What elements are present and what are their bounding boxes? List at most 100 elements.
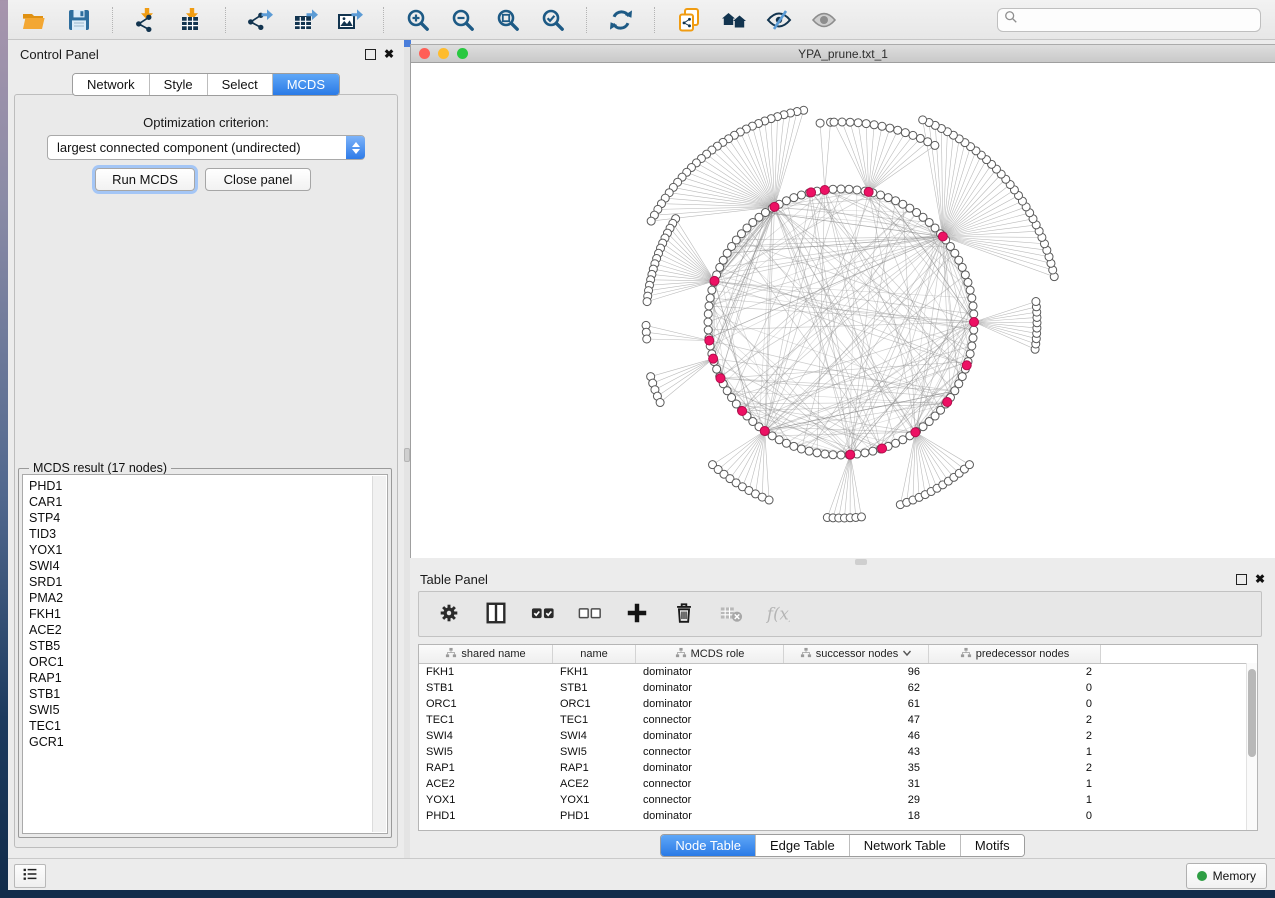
delete-row-button[interactable] [670, 600, 698, 628]
mcds-node[interactable] [807, 188, 816, 197]
panel-divider-horizontal[interactable] [410, 558, 1275, 565]
deselect-all-button[interactable] [576, 600, 604, 628]
close-panel-button[interactable]: Close panel [205, 168, 311, 191]
task-history-button[interactable] [14, 864, 46, 888]
column-header-shared-name[interactable]: shared name [419, 645, 553, 663]
float-panel-icon[interactable] [365, 49, 376, 60]
table-row[interactable]: RAP1RAP1dominator352 [419, 760, 1257, 776]
select-all-button[interactable] [529, 600, 557, 628]
tab-node-table[interactable]: Node Table [661, 835, 756, 856]
export-network-button[interactable] [244, 4, 276, 36]
mcds-result-item[interactable]: GCR1 [23, 734, 387, 750]
zoom-out-button[interactable] [447, 4, 479, 36]
columns-button[interactable] [482, 600, 510, 628]
table-row[interactable]: SWI4SWI4dominator462 [419, 728, 1257, 744]
mcds-result-item[interactable]: TEC1 [23, 718, 387, 734]
copy-network-button[interactable] [673, 4, 705, 36]
mcds-result-item[interactable]: SRD1 [23, 574, 387, 590]
add-row-button[interactable] [623, 600, 651, 628]
scrollbar-thumb[interactable] [1248, 669, 1256, 757]
mcds-node[interactable] [943, 398, 952, 407]
mcds-result-item[interactable]: ORC1 [23, 654, 387, 670]
refresh-icon [608, 7, 634, 33]
mcds-node[interactable] [709, 354, 718, 363]
zoom-selected-button[interactable] [537, 4, 569, 36]
first-neighbors-button[interactable] [718, 4, 750, 36]
close-panel-icon[interactable]: ✖ [1255, 573, 1265, 585]
mcds-result-item[interactable]: CAR1 [23, 494, 387, 510]
column-header-MCDS-role[interactable]: MCDS role [636, 645, 784, 663]
mcds-node[interactable] [878, 444, 887, 453]
mcds-result-item[interactable]: PHD1 [23, 478, 387, 494]
table-row[interactable]: ACE2ACE2connector311 [419, 776, 1257, 792]
mcds-result-item[interactable]: SWI5 [23, 702, 387, 718]
mcds-result-item[interactable]: FKH1 [23, 606, 387, 622]
mcds-node[interactable] [705, 336, 714, 345]
network-window-titlebar[interactable]: YPA_prune.txt_1 [410, 44, 1275, 63]
column-header-name[interactable]: name [553, 645, 636, 663]
network-view-canvas[interactable] [410, 63, 1275, 558]
float-panel-icon[interactable] [1236, 574, 1247, 585]
mcds-list-scrollbar[interactable] [372, 476, 386, 832]
mcds-node[interactable] [846, 450, 855, 459]
import-network-icon [134, 7, 160, 33]
mcds-node[interactable] [770, 202, 779, 211]
close-panel-icon[interactable]: ✖ [384, 48, 394, 60]
cell-shared-name: SWI5 [419, 746, 553, 758]
hide-selected-button[interactable] [763, 4, 795, 36]
column-header-predecessor-nodes[interactable]: predecessor nodes [929, 645, 1101, 663]
mcds-node[interactable] [962, 361, 971, 370]
table-scrollbar[interactable] [1246, 663, 1257, 830]
mcds-result-item[interactable]: STB5 [23, 638, 387, 654]
gear-button[interactable] [435, 600, 463, 628]
tab-mcds[interactable]: MCDS [273, 74, 339, 95]
refresh-button[interactable] [605, 4, 637, 36]
tab-network[interactable]: Network [73, 74, 150, 95]
table-row[interactable]: TEC1TEC1connector472 [419, 712, 1257, 728]
mcds-node[interactable] [738, 406, 747, 415]
mcds-node[interactable] [760, 426, 769, 435]
table-row[interactable]: ORC1ORC1dominator610 [419, 696, 1257, 712]
zoom-in-button[interactable] [402, 4, 434, 36]
search-input[interactable] [1022, 12, 1246, 28]
mcds-node[interactable] [864, 187, 873, 196]
mcds-result-item[interactable]: TID3 [23, 526, 387, 542]
zoom-fit-button[interactable] [492, 4, 524, 36]
show-all-button[interactable] [808, 4, 840, 36]
export-table-button[interactable] [289, 4, 321, 36]
run-mcds-button[interactable]: Run MCDS [95, 168, 195, 191]
export-image-button[interactable] [334, 4, 366, 36]
import-network-button[interactable] [131, 4, 163, 36]
table-row[interactable]: YOX1YOX1connector291 [419, 792, 1257, 808]
import-table-button[interactable] [176, 4, 208, 36]
mcds-node[interactable] [820, 185, 829, 194]
mcds-result-item[interactable]: STB1 [23, 686, 387, 702]
column-header-successor-nodes[interactable]: successor nodes [784, 645, 929, 663]
tab-edge-table[interactable]: Edge Table [756, 835, 850, 856]
tab-style[interactable]: Style [150, 74, 208, 95]
tab-network-table[interactable]: Network Table [850, 835, 961, 856]
open-button[interactable] [18, 4, 50, 36]
mcds-node[interactable] [710, 276, 719, 285]
mcds-result-item[interactable]: PMA2 [23, 590, 387, 606]
mcds-result-item[interactable]: STP4 [23, 510, 387, 526]
memory-button[interactable]: Memory [1186, 863, 1267, 889]
table-row[interactable]: PHD1PHD1dominator180 [419, 808, 1257, 824]
mcds-node[interactable] [716, 374, 725, 383]
search-box[interactable] [997, 8, 1261, 32]
tab-select[interactable]: Select [208, 74, 273, 95]
mcds-result-item[interactable]: ACE2 [23, 622, 387, 638]
mcds-node[interactable] [938, 232, 947, 241]
optimization-criterion-dropdown[interactable]: largest connected component (undirected) [47, 135, 365, 160]
save-button[interactable] [63, 4, 95, 36]
mcds-result-item[interactable]: YOX1 [23, 542, 387, 558]
mcds-node[interactable] [970, 318, 979, 327]
mcds-node[interactable] [911, 428, 920, 437]
table-row[interactable]: STB1STB1dominator620 [419, 680, 1257, 696]
table-row[interactable]: FKH1FKH1dominator962 [419, 664, 1257, 680]
column-label: MCDS role [691, 648, 745, 660]
mcds-result-item[interactable]: RAP1 [23, 670, 387, 686]
tab-motifs[interactable]: Motifs [961, 835, 1024, 856]
mcds-result-item[interactable]: SWI4 [23, 558, 387, 574]
table-row[interactable]: SWI5SWI5connector431 [419, 744, 1257, 760]
